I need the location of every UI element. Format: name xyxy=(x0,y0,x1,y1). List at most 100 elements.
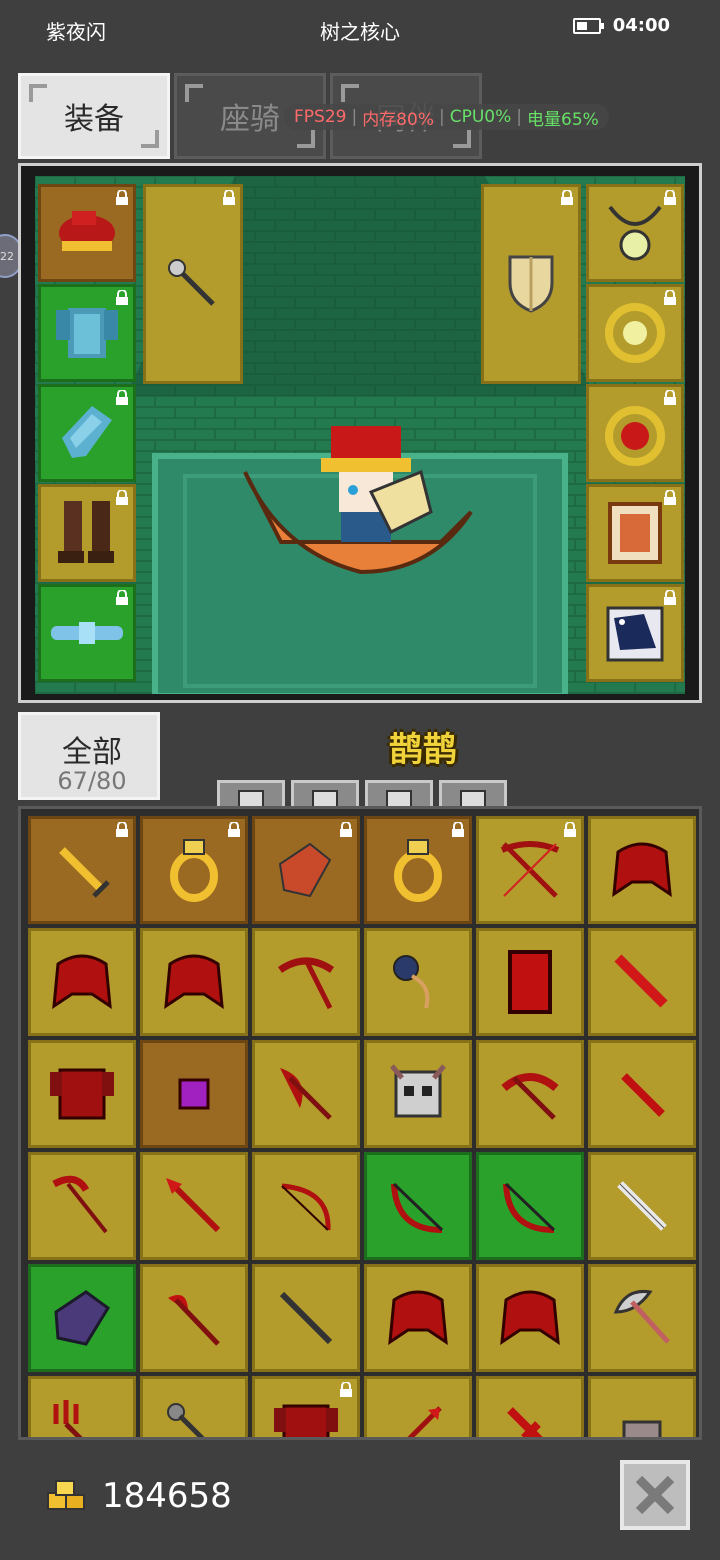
red-helmet-icon xyxy=(612,842,672,897)
red-armor-icon xyxy=(274,1404,338,1437)
equip-slot-amulet[interactable] xyxy=(586,184,684,282)
inventory-slot[interactable] xyxy=(252,1040,360,1148)
equip-slot-gloves[interactable] xyxy=(38,384,136,482)
staff-icon xyxy=(279,1291,333,1345)
inventory-slot[interactable] xyxy=(28,1040,136,1148)
bag-filter-all-tab[interactable]: 全部 67/80 xyxy=(18,712,160,800)
equip-slot-scroll[interactable] xyxy=(586,484,684,582)
armor-icon xyxy=(56,308,118,358)
inventory-slot[interactable] xyxy=(252,1152,360,1260)
red-arrow-icon xyxy=(407,1406,442,1437)
inventory-slot[interactable] xyxy=(588,816,696,924)
inventory-screen: 紫夜闪 树之核心 04:00 装备 座骑 同伴 FPS29 | 内存80% | … xyxy=(0,0,720,1560)
inventory-slot[interactable] xyxy=(252,1376,360,1437)
inventory-slot[interactable] xyxy=(28,816,136,924)
gold-ring-icon xyxy=(394,839,442,902)
inventory-slot[interactable] xyxy=(28,1264,136,1372)
red-halberd-icon xyxy=(168,1295,220,1346)
inventory-slot[interactable] xyxy=(252,1264,360,1372)
gold-coins-icon xyxy=(47,1480,85,1510)
inventory-slot[interactable] xyxy=(364,1152,472,1260)
equip-slot-weapon[interactable] xyxy=(143,184,243,384)
lock-icon xyxy=(664,590,676,605)
lock-icon xyxy=(228,822,240,837)
equip-slot-ring-2[interactable] xyxy=(586,384,684,482)
inventory-slot[interactable] xyxy=(588,1040,696,1148)
red-helmet-icon xyxy=(164,954,224,1009)
inventory-slot[interactable] xyxy=(476,1264,584,1372)
inventory-slot[interactable] xyxy=(476,1152,584,1260)
equip-slot-ring[interactable] xyxy=(586,284,684,382)
inventory-slot[interactable] xyxy=(140,928,248,1036)
scroll-icon xyxy=(608,502,662,564)
red-helmet-icon xyxy=(52,954,112,1009)
trident-icon xyxy=(53,1400,83,1437)
inventory-slot[interactable] xyxy=(364,1376,472,1437)
gold-sword-icon xyxy=(59,847,110,898)
lock-icon xyxy=(452,822,464,837)
inventory-slot[interactable] xyxy=(364,1264,472,1372)
equip-slot-boots[interactable] xyxy=(38,484,136,582)
bow-icon xyxy=(503,1182,556,1233)
inventory-slot[interactable] xyxy=(28,928,136,1036)
inventory-slot[interactable] xyxy=(588,1376,696,1437)
purple-glove-icon xyxy=(54,1290,111,1346)
inventory-slot[interactable] xyxy=(364,928,472,1036)
red-helmet-icon xyxy=(500,1290,560,1345)
tab-equipment[interactable]: 装备 xyxy=(18,73,170,159)
inventory-slot[interactable] xyxy=(252,928,360,1036)
inventory-slot[interactable] xyxy=(140,816,248,924)
equip-slot-shield[interactable] xyxy=(481,184,581,384)
red-crossbow-icon xyxy=(501,1073,559,1120)
inventory-slot[interactable] xyxy=(140,1152,248,1260)
gold-amount: 184658 xyxy=(102,1476,232,1516)
inventory-slot[interactable] xyxy=(364,1040,472,1148)
battery-icon xyxy=(572,17,604,34)
inventory-slot[interactable] xyxy=(252,816,360,924)
gold-ring-icon xyxy=(170,839,218,902)
status-bar: 紫夜闪 树之核心 04:00 xyxy=(0,0,720,60)
close-button[interactable] xyxy=(620,1460,690,1530)
red-shield-icon xyxy=(508,950,552,1014)
battle-axe-icon xyxy=(613,1289,670,1344)
character-on-boat-sprite xyxy=(243,426,473,575)
amulet-icon xyxy=(608,205,662,261)
inventory-slot[interactable] xyxy=(140,1376,248,1437)
lock-icon xyxy=(116,390,128,405)
inventory-slot[interactable] xyxy=(476,1040,584,1148)
currency-display: 184658 xyxy=(46,1476,232,1516)
lock-icon xyxy=(664,390,676,405)
lock-icon xyxy=(340,1382,352,1397)
gauntlet-icon xyxy=(62,406,112,458)
equip-slot-pet[interactable] xyxy=(586,584,684,682)
inventory-slot[interactable] xyxy=(588,928,696,1036)
power-readout: 电量65% xyxy=(527,109,599,130)
tab-label: 装备 xyxy=(64,102,124,137)
equip-slot-belt[interactable] xyxy=(38,584,136,682)
flail-icon xyxy=(393,955,430,1009)
inventory-slot[interactable] xyxy=(588,1152,696,1260)
helm-icon xyxy=(622,1420,662,1437)
inventory-slot[interactable] xyxy=(140,1040,248,1148)
inventory-slot[interactable] xyxy=(476,1376,584,1437)
inventory-slot[interactable] xyxy=(588,1264,696,1372)
performance-overlay: FPS29 | 内存80% | CPU0% | 电量65% xyxy=(284,104,609,130)
equip-slot-helmet[interactable] xyxy=(38,184,136,282)
inventory-slot[interactable] xyxy=(28,1376,136,1437)
inventory-slot[interactable] xyxy=(476,928,584,1036)
inventory-slot[interactable] xyxy=(364,816,472,924)
mace-icon xyxy=(167,1403,205,1437)
equipment-panel: 鹊鹊 658 787 560 837 xyxy=(18,163,702,850)
equip-slot-armor[interactable] xyxy=(38,284,136,382)
inventory-slot[interactable] xyxy=(476,816,584,924)
cpu-readout: CPU0% xyxy=(449,107,512,127)
red-armor-icon xyxy=(50,1068,114,1120)
lock-icon xyxy=(116,822,128,837)
glove-icon xyxy=(278,842,332,898)
inventory-slot[interactable] xyxy=(140,1264,248,1372)
helmet-icon xyxy=(59,211,115,251)
tab-label: 座骑 xyxy=(220,102,280,137)
inventory-slot[interactable] xyxy=(28,1152,136,1260)
crossbow-icon xyxy=(500,841,560,898)
magpie-pet-icon xyxy=(606,606,664,662)
